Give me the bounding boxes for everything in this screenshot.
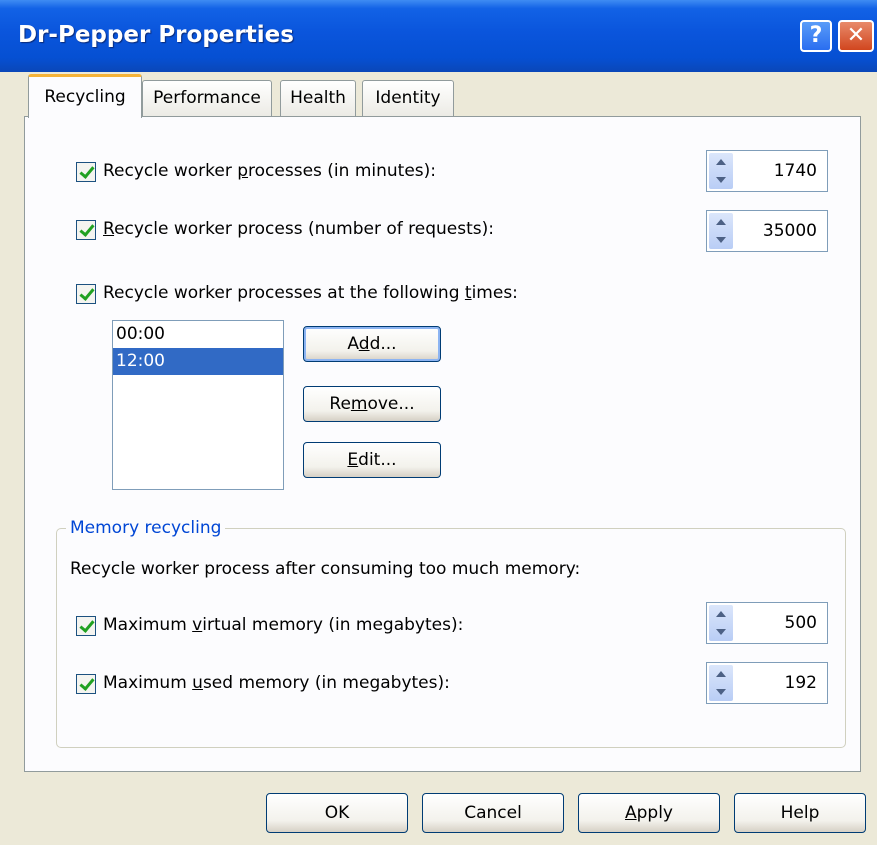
recycle-minutes-spinner[interactable]: 1740 xyxy=(706,150,828,192)
help-button[interactable]: Help xyxy=(734,793,866,833)
list-item[interactable]: 00:00 xyxy=(113,321,283,348)
max-used-memory-spinner[interactable]: 192 xyxy=(706,662,828,704)
max-used-memory-value: 192 xyxy=(784,673,817,693)
recycle-minutes-label: Recycle worker processes (in minutes): xyxy=(103,161,436,181)
edit-button[interactable]: Edit... xyxy=(303,442,441,478)
recycle-minutes-checkbox[interactable] xyxy=(76,162,96,182)
max-used-memory-checkbox[interactable] xyxy=(76,674,96,694)
memory-description: Recycle worker process after consuming t… xyxy=(70,559,581,579)
spinner-arrows-icon[interactable] xyxy=(709,213,733,249)
question-icon: ? xyxy=(809,23,823,48)
recycle-minutes-value: 1740 xyxy=(773,161,817,181)
spinner-arrows-icon[interactable] xyxy=(709,665,733,701)
spinner-arrows-icon[interactable] xyxy=(709,153,733,189)
tab-label: Performance xyxy=(153,88,261,108)
title-bar[interactable]: Dr-Pepper Properties ? ✕ xyxy=(0,0,877,72)
close-button[interactable]: ✕ xyxy=(838,20,874,52)
ok-button[interactable]: OK xyxy=(266,793,408,833)
recycle-requests-checkbox[interactable] xyxy=(76,220,96,240)
recycle-times-checkbox[interactable] xyxy=(76,284,96,304)
tab-label: Recycling xyxy=(44,87,126,107)
remove-button[interactable]: Remove... xyxy=(303,386,441,422)
max-virtual-memory-label: Maximum virtual memory (in megabytes): xyxy=(103,615,464,635)
cancel-button[interactable]: Cancel xyxy=(422,793,564,833)
recycle-requests-value: 35000 xyxy=(762,221,817,241)
max-virtual-memory-checkbox[interactable] xyxy=(76,616,96,636)
list-item[interactable]: 12:00 xyxy=(113,348,283,375)
tab-label: Health xyxy=(290,88,346,108)
max-virtual-memory-spinner[interactable]: 500 xyxy=(706,602,828,644)
tab-health[interactable]: Health xyxy=(280,80,356,116)
tab-recycling[interactable]: Recycling xyxy=(28,74,142,118)
tab-label: Identity xyxy=(375,88,441,108)
help-title-button[interactable]: ? xyxy=(800,20,832,52)
recycle-times-label: Recycle worker processes at the followin… xyxy=(103,283,518,303)
memory-recycling-title: Memory recycling xyxy=(66,518,226,538)
tab-performance[interactable]: Performance xyxy=(142,80,272,116)
max-virtual-memory-value: 500 xyxy=(784,613,817,633)
recycle-requests-label: Recycle worker process (number of reques… xyxy=(103,219,494,239)
close-icon: ✕ xyxy=(846,23,866,48)
max-used-memory-label: Maximum used memory (in megabytes): xyxy=(103,673,450,693)
window-title: Dr-Pepper Properties xyxy=(18,22,294,48)
recycle-times-list[interactable]: 00:00 12:00 xyxy=(112,320,284,490)
recycle-requests-spinner[interactable]: 35000 xyxy=(706,210,828,252)
apply-button[interactable]: Apply xyxy=(578,793,720,833)
add-button[interactable]: Add... xyxy=(303,326,441,362)
spinner-arrows-icon[interactable] xyxy=(709,605,733,641)
tab-identity[interactable]: Identity xyxy=(362,80,454,116)
